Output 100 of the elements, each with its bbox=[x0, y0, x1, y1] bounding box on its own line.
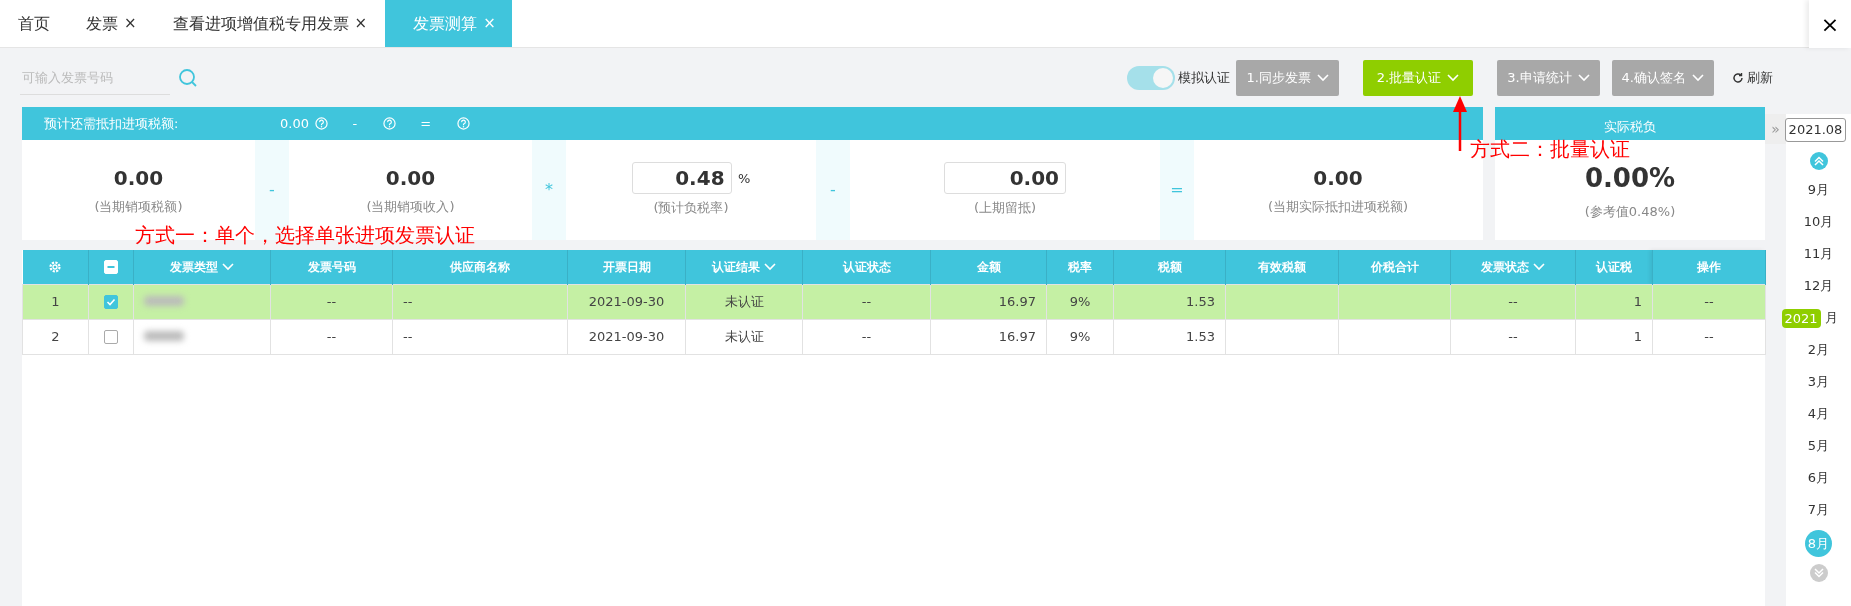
summary-caption: (当期销项收入) bbox=[366, 198, 455, 217]
table-cell: 2 bbox=[22, 319, 89, 354]
summary-caption: (当期销项税额) bbox=[94, 198, 183, 217]
close-icon[interactable]: × bbox=[124, 12, 137, 35]
arrow bbox=[1453, 96, 1467, 151]
caret-icon bbox=[1447, 73, 1460, 82]
caret-icon bbox=[1316, 73, 1329, 82]
column-header: 认证状态 bbox=[802, 250, 931, 284]
month-item[interactable]: 7月 bbox=[1793, 493, 1844, 526]
help-icon[interactable] bbox=[383, 117, 397, 130]
table-cell: 1.53 bbox=[1113, 284, 1226, 319]
column-header: 金额 bbox=[930, 250, 1047, 284]
summary-number: 0.00 bbox=[385, 165, 436, 193]
column-header: 供应商名称 bbox=[392, 250, 568, 284]
month-item[interactable]: 5月 bbox=[1793, 429, 1844, 462]
tax-burden-caption: (参考值0.48%) bbox=[1584, 202, 1676, 221]
settings-icon[interactable] bbox=[48, 260, 63, 275]
column-header: 价税合计 bbox=[1338, 250, 1451, 284]
table-cell: 未认证 bbox=[685, 284, 803, 319]
column-header: 认证税 bbox=[1575, 250, 1653, 284]
close-button[interactable]: × bbox=[1809, 0, 1851, 48]
scroll-down-button[interactable] bbox=[1809, 563, 1828, 582]
month-item[interactable]: 4月 bbox=[1793, 397, 1844, 430]
table-cell: -- bbox=[270, 284, 393, 319]
select-all-checkbox[interactable] bbox=[104, 260, 118, 275]
tab[interactable]: 查看进项增值税专用发票 × bbox=[154, 0, 386, 47]
summary-number: 0.00 bbox=[1313, 165, 1363, 193]
summary-caption: (预计负税率) bbox=[653, 199, 729, 218]
month-item[interactable]: 10月 bbox=[1793, 205, 1844, 238]
annotation-text: 方式一：单个，选择单张进项发票认证 bbox=[135, 222, 475, 249]
table-cell: 1 bbox=[1575, 319, 1653, 354]
operator: = bbox=[1160, 140, 1194, 240]
toggle-switch[interactable] bbox=[1126, 65, 1175, 90]
summary-number: 0.00 bbox=[113, 165, 164, 193]
table-cell: 16.97 bbox=[930, 284, 1047, 319]
caret-icon bbox=[1577, 73, 1590, 82]
table-cell: -- bbox=[1652, 319, 1766, 354]
column-header: 有效税额 bbox=[1225, 250, 1339, 284]
toggle-label: 模拟认证 bbox=[1177, 68, 1230, 87]
table-cell: -- bbox=[802, 284, 931, 319]
blurred-text bbox=[144, 330, 184, 341]
refresh-icon bbox=[1732, 71, 1744, 84]
summary-label: 预计还需抵扣进项税额: bbox=[44, 114, 180, 133]
column-header: 税额 bbox=[1113, 250, 1226, 284]
table-cell: 2021-09-30 bbox=[567, 284, 686, 319]
help-icon[interactable] bbox=[457, 117, 471, 130]
table-cell: 未认证 bbox=[685, 319, 803, 354]
table-cell: 16.97 bbox=[930, 319, 1047, 354]
table-cell: 1 bbox=[22, 284, 89, 319]
table-cell: -- bbox=[1450, 319, 1576, 354]
help-icon[interactable] bbox=[315, 117, 329, 130]
caret-icon[interactable] bbox=[1533, 263, 1546, 272]
caret-icon[interactable] bbox=[222, 263, 235, 272]
card-title: 实际税负 bbox=[1495, 107, 1765, 140]
operator: - bbox=[352, 114, 358, 133]
column-header: 发票号码 bbox=[270, 250, 393, 284]
month-item[interactable]: 9月 bbox=[1793, 173, 1844, 206]
refresh-button[interactable]: 刷新 bbox=[1726, 66, 1779, 89]
summary-caption: (当期实际抵扣进项税额) bbox=[1267, 198, 1409, 217]
table-cell: 1.53 bbox=[1113, 319, 1226, 354]
caret-icon bbox=[1692, 73, 1704, 82]
column-header: 发票状态 bbox=[1450, 250, 1576, 284]
month-item[interactable]: 3月 bbox=[1793, 365, 1844, 398]
summary-value: 0.00 bbox=[280, 114, 309, 133]
month-item[interactable]: 月 bbox=[1819, 301, 1844, 334]
column-header: 税率 bbox=[1046, 250, 1114, 284]
summary-caption: (上期留抵) bbox=[973, 199, 1037, 218]
table-cell: -- bbox=[392, 319, 568, 354]
table-cell: -- bbox=[270, 319, 393, 354]
tab[interactable]: 首页 bbox=[0, 0, 68, 47]
table-cell: 1 bbox=[1575, 284, 1653, 319]
column-header: 认证结果 bbox=[685, 250, 803, 284]
row-checkbox[interactable] bbox=[104, 330, 118, 345]
table-cell: -- bbox=[1450, 284, 1576, 319]
table-cell: -- bbox=[1652, 284, 1766, 319]
year-badge: 2021 bbox=[1781, 308, 1821, 328]
operator: - bbox=[816, 140, 850, 240]
table-cell: 2021-09-30 bbox=[567, 319, 686, 354]
number-field[interactable]: 0.00 bbox=[944, 162, 1066, 195]
tab[interactable]: 发票 × bbox=[68, 0, 155, 47]
month-item[interactable]: 12月 bbox=[1793, 269, 1844, 302]
search-icon[interactable] bbox=[178, 67, 198, 88]
year-month-box: 2021.08 bbox=[1784, 118, 1847, 142]
table-cell: 9% bbox=[1046, 284, 1114, 319]
column-header: 发票类型 bbox=[133, 250, 271, 284]
month-item[interactable]: 6月 bbox=[1793, 461, 1844, 494]
scroll-up-button[interactable] bbox=[1809, 151, 1828, 170]
month-item[interactable]: 2月 bbox=[1793, 333, 1844, 366]
row-checkbox[interactable] bbox=[104, 295, 118, 310]
operator: = bbox=[420, 114, 432, 133]
unit-label: % bbox=[738, 169, 751, 188]
tax-burden-value: 0.00% bbox=[1584, 161, 1676, 195]
column-header: 开票日期 bbox=[567, 250, 686, 284]
operator: * bbox=[532, 140, 566, 240]
number-field[interactable]: 0.48 bbox=[631, 162, 732, 195]
blurred-text bbox=[144, 295, 184, 306]
caret-icon[interactable] bbox=[764, 263, 777, 272]
month-item[interactable]: 11月 bbox=[1793, 237, 1844, 270]
close-icon[interactable]: × bbox=[354, 12, 368, 35]
column-header: 操作 bbox=[1652, 250, 1766, 284]
